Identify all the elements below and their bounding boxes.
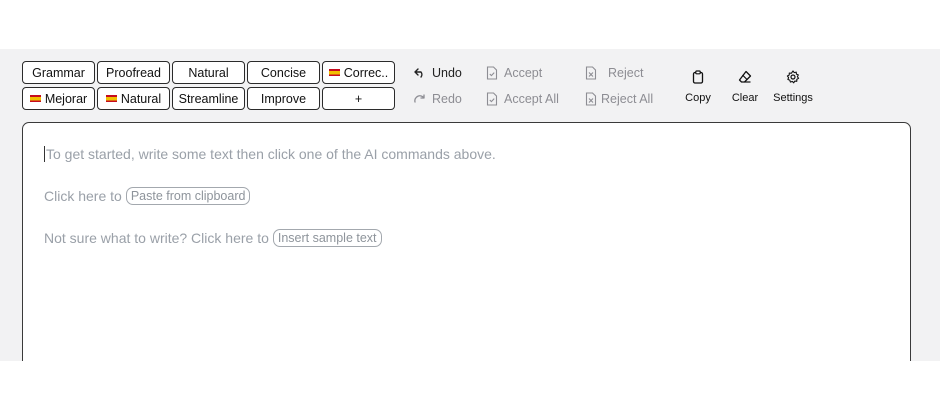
add-command-button[interactable]: + (322, 87, 395, 110)
undo-label: Undo (432, 66, 462, 80)
paste-prompt: Click here to Paste from clipboard (44, 187, 251, 205)
undo-arrow-icon (414, 68, 426, 78)
document-x-icon (585, 66, 597, 80)
copy-label: Copy (685, 92, 711, 104)
correct-spanish-button-label: Correc.. (343, 65, 389, 80)
document-check-icon (486, 92, 498, 106)
reject-all-label: Reject All (601, 92, 654, 106)
settings-button[interactable]: Settings (765, 70, 821, 104)
redo-label: Redo (432, 92, 462, 106)
concise-button-label: Concise (260, 65, 307, 80)
gear-icon (786, 70, 800, 87)
spanish-flag-icon (328, 69, 340, 76)
accept-all-button[interactable]: Accept All (486, 90, 559, 108)
eraser-icon (738, 70, 752, 87)
placeholder-text: To get started, write some text then cli… (46, 146, 496, 162)
redo-button[interactable]: Redo (414, 90, 462, 108)
text-editor[interactable]: To get started, write some text then cli… (22, 122, 911, 382)
proofread-button[interactable]: Proofread (97, 61, 170, 84)
text-caret (44, 146, 45, 162)
page-footer-area (0, 361, 940, 400)
natural-spanish-button-label: Natural (120, 91, 162, 106)
document-check-icon (486, 66, 498, 80)
spanish-flag-icon (29, 95, 41, 102)
paste-from-clipboard-button[interactable]: Paste from clipboard (125, 187, 251, 205)
settings-label: Settings (773, 92, 813, 104)
clear-label: Clear (731, 92, 759, 104)
insert-sample-text-button[interactable]: Insert sample text (272, 229, 382, 247)
proofread-button-label: Proofread (106, 65, 161, 80)
mejorar-button-label: Mejorar (44, 91, 88, 106)
redo-arrow-icon (414, 94, 426, 104)
reject-button[interactable]: Reject (585, 64, 643, 82)
mejorar-button[interactable]: Mejorar (22, 87, 95, 110)
streamline-button[interactable]: Streamline (172, 87, 245, 110)
accept-all-label: Accept All (504, 92, 559, 106)
clipboard-icon (692, 70, 704, 87)
streamline-button-label: Streamline (178, 91, 239, 106)
grammar-button[interactable]: Grammar (22, 61, 95, 84)
reject-label: Reject (608, 66, 644, 80)
concise-button[interactable]: Concise (247, 61, 320, 84)
editor-placeholder: To get started, write some text then cli… (44, 146, 496, 162)
undo-button[interactable]: Undo (414, 64, 462, 82)
improve-button[interactable]: Improve (247, 87, 320, 110)
reject-all-button[interactable]: Reject All (585, 90, 653, 108)
accept-label: Accept (504, 66, 543, 80)
spanish-flag-icon (105, 95, 117, 102)
document-x-icon (585, 92, 597, 106)
natural-spanish-button[interactable]: Natural (97, 87, 170, 110)
correct-spanish-button[interactable]: Correc.. (322, 61, 395, 84)
natural-button-label: Natural (188, 65, 229, 80)
paste-prompt-text: Click here to (44, 188, 122, 204)
improve-button-label: Improve (260, 91, 307, 106)
sample-prompt-text: Not sure what to write? Click here to (44, 230, 269, 246)
natural-button[interactable]: Natural (172, 61, 245, 84)
add-command-button-label: + (354, 91, 363, 106)
sample-prompt: Not sure what to write? Click here to In… (44, 229, 382, 247)
grammar-button-label: Grammar (32, 65, 85, 80)
accept-button[interactable]: Accept (486, 64, 542, 82)
